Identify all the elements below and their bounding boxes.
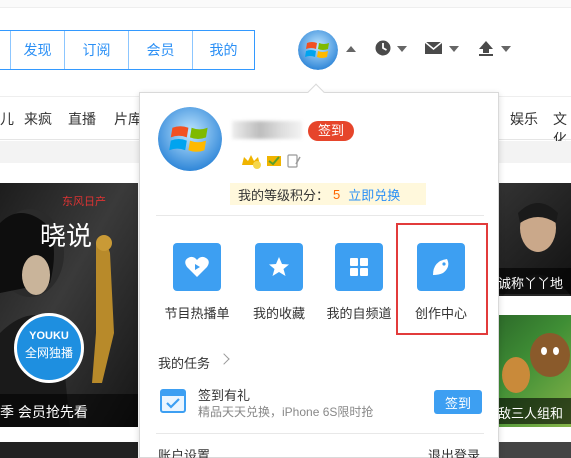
upload-icon[interactable] xyxy=(476,38,496,58)
points-label: 我的等级积分： xyxy=(238,187,330,203)
badge-brand: YOUKU xyxy=(29,330,69,342)
thumb-caption[interactable]: 敌三人组和 xyxy=(498,398,571,424)
history-caret-icon[interactable] xyxy=(397,46,407,52)
user-avatar-large[interactable] xyxy=(158,107,222,171)
banner-caption[interactable]: 季 会员抢先看 xyxy=(0,394,138,427)
calendar-check-icon xyxy=(160,389,186,413)
highlight-box xyxy=(396,223,488,335)
category-item[interactable]: 片库 xyxy=(114,109,142,129)
top-strip xyxy=(0,0,571,8)
logout-link[interactable]: 退出登录 xyxy=(428,445,480,458)
my-tasks-title[interactable]: 我的任务 xyxy=(158,353,210,372)
signin-badge[interactable]: 签到 xyxy=(308,121,354,141)
envelope-icon[interactable] xyxy=(424,38,444,58)
windows-logo-avatar-icon xyxy=(298,30,338,70)
exclusive-badge: YOUKU 全网独播 xyxy=(14,313,84,383)
exchange-now-link[interactable]: 立即兑换 xyxy=(348,185,400,204)
tile-my-channel[interactable]: 我的自频道 xyxy=(324,243,394,322)
category-item[interactable]: 来疯 xyxy=(24,109,52,129)
windows-logo-avatar-icon xyxy=(158,107,222,171)
featured-banner[interactable]: 晓说 东风日产 YOUKU 全网独播 xyxy=(0,183,138,427)
nav-tab-subscribe[interactable]: 订阅 xyxy=(64,31,128,69)
badge-text: 全网独播 xyxy=(24,346,73,360)
divider xyxy=(156,433,484,434)
points-value: 5 xyxy=(333,186,341,202)
tile-favorites-box[interactable] xyxy=(255,243,303,291)
thumb-caption[interactable]: 诚称丫丫地 xyxy=(498,268,571,294)
banner-title-art: 晓说 xyxy=(40,222,92,252)
tile-favorites[interactable]: 我的收藏 xyxy=(244,243,314,322)
category-item[interactable]: 儿 xyxy=(0,109,14,129)
chevron-right-icon[interactable] xyxy=(218,353,230,365)
messages-caret-icon[interactable] xyxy=(449,46,459,52)
mail-verified-icon xyxy=(267,156,281,166)
panel-pointer xyxy=(307,83,325,101)
tile-label: 我的自频道 xyxy=(326,306,392,321)
main-nav: 发现 订阅 会员 我的 xyxy=(0,30,255,70)
tile-hot-playlist-box[interactable] xyxy=(173,243,221,291)
level-points-bar: 我的等级积分： 5 立即兑换 xyxy=(230,183,426,205)
tile-label: 我的收藏 xyxy=(252,306,305,321)
nav-tab-member[interactable]: 会员 xyxy=(128,31,192,69)
user-level-icons xyxy=(240,153,302,169)
svg-text:东风日产: 东风日产 xyxy=(62,194,106,208)
upload-caret-icon[interactable] xyxy=(501,46,511,52)
category-item[interactable]: 直播 xyxy=(68,109,96,129)
category-item[interactable]: 娱乐 xyxy=(510,109,538,129)
task-description: 精品天天兑换，iPhone 6S限时抢 xyxy=(198,405,374,419)
banner-artwork: 晓说 东风日产 xyxy=(0,194,114,427)
blurred-username xyxy=(232,121,302,139)
star-icon xyxy=(269,257,289,276)
user-avatar[interactable] xyxy=(298,30,338,70)
tile-my-channel-box[interactable] xyxy=(335,243,383,291)
nav-tab-mine[interactable]: 我的 xyxy=(192,31,254,69)
grid-icon xyxy=(350,258,368,276)
tile-label: 节目热播单 xyxy=(164,306,230,321)
vip-crown-icon xyxy=(242,155,261,169)
nav-tab-discover[interactable]: 发现 xyxy=(10,31,64,69)
clock-icon[interactable] xyxy=(374,38,394,58)
phone-edit-icon xyxy=(287,154,301,168)
tile-hot-playlist[interactable]: 节目热播单 xyxy=(162,243,232,322)
user-dropdown-panel: 签到 我的等级积分： 5 立即兑换 节目热播单 我的收藏 我的自频道 创作中心 … xyxy=(139,83,499,458)
heart-play-icon xyxy=(185,256,209,277)
nav-tab-partial[interactable] xyxy=(0,31,10,69)
divider xyxy=(156,215,484,216)
next-banner[interactable] xyxy=(0,442,138,458)
task-name: 签到有礼 xyxy=(198,388,251,403)
next-thumb[interactable] xyxy=(498,442,571,458)
task-signin-button[interactable]: 签到 xyxy=(434,390,482,414)
avatar-caret-up-icon[interactable] xyxy=(346,46,356,52)
account-settings-link[interactable]: 账户设置 xyxy=(158,445,210,458)
